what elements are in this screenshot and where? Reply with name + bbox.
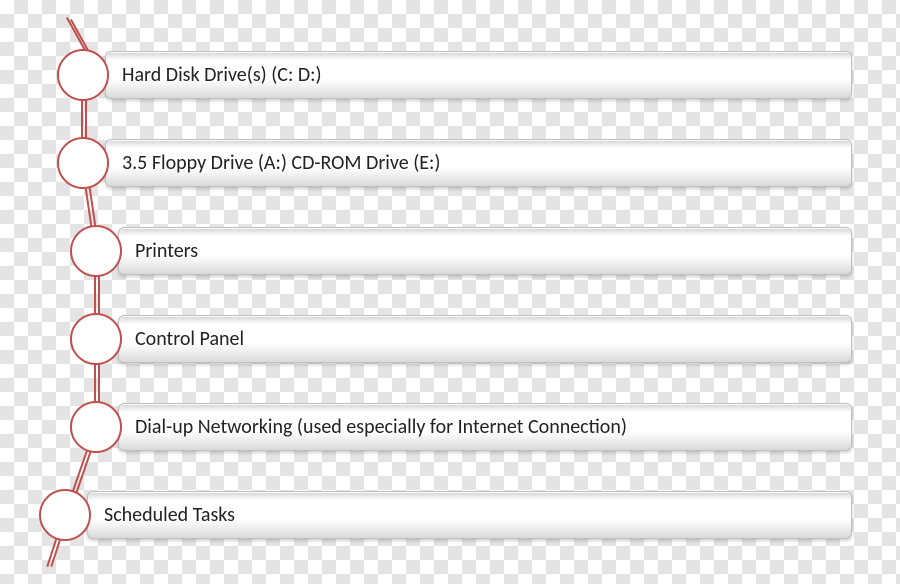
node-circle <box>57 49 109 101</box>
item-label: Hard Disk Drive(s) (C: D:) <box>122 63 322 87</box>
diagram-stage: Hard Disk Drive(s) (C: D:) 3.5 Floppy Dr… <box>0 0 900 584</box>
item-bar: Control Panel <box>118 315 852 363</box>
item-bar: Scheduled Tasks <box>87 491 852 539</box>
item-bar: Printers <box>118 227 852 275</box>
node-circle <box>39 489 91 541</box>
node-circle <box>70 401 122 453</box>
node-circle <box>70 313 122 365</box>
node-circle <box>70 225 122 277</box>
item-bar: Hard Disk Drive(s) (C: D:) <box>105 51 852 99</box>
item-label: Dial-up Networking (used especially for … <box>135 415 627 439</box>
item-bar: Dial-up Networking (used especially for … <box>118 403 852 451</box>
item-label: Control Panel <box>135 327 244 351</box>
node-circle <box>57 137 109 189</box>
item-label: 3.5 Floppy Drive (A:) CD-ROM Drive (E:) <box>122 151 440 175</box>
item-bar: 3.5 Floppy Drive (A:) CD-ROM Drive (E:) <box>105 139 852 187</box>
item-label: Printers <box>135 239 198 263</box>
item-label: Scheduled Tasks <box>104 503 235 527</box>
